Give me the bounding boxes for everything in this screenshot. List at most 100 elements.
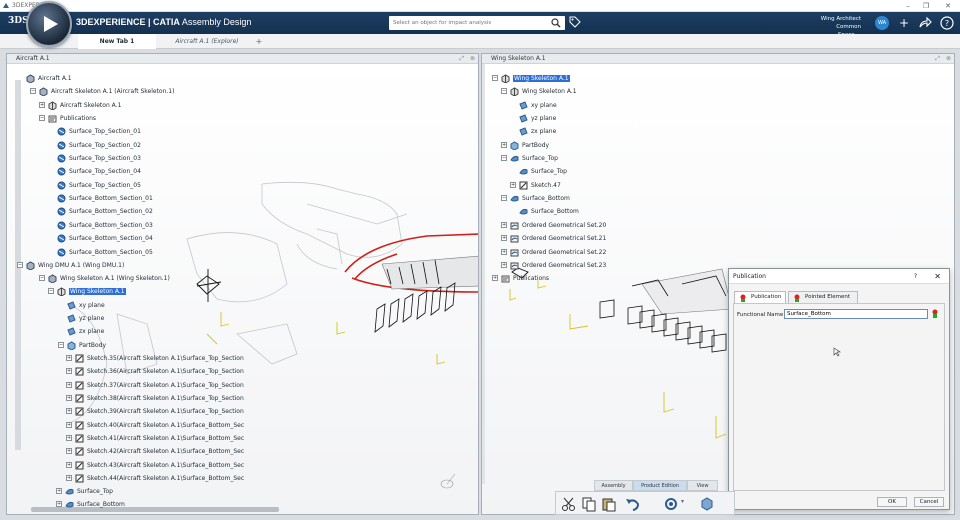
tree-node[interactable]: Wing Skeleton A.1 — [501, 73, 570, 84]
tree-node[interactable]: Sketch.38(Aircraft Skeleton A.1\Surface_… — [75, 393, 244, 404]
update-icon[interactable] — [662, 496, 680, 512]
tree-node[interactable]: Aircraft Skeleton A.1 — [48, 100, 121, 111]
close-icon[interactable]: ⊗ — [470, 54, 475, 64]
search-input[interactable] — [389, 16, 539, 30]
tree-expander[interactable]: − — [39, 115, 45, 121]
tree-node[interactable]: yz plane — [519, 113, 556, 124]
tree-node[interactable]: Surface_Bottom_Section_02 — [57, 206, 153, 217]
tree-node[interactable]: Surface_Bottom — [65, 499, 125, 510]
cut-icon[interactable] — [560, 496, 578, 512]
compass-play-button[interactable] — [26, 1, 72, 47]
tree-expander[interactable]: − — [501, 155, 507, 161]
share-icon[interactable] — [918, 16, 932, 30]
tree-node[interactable]: Aircraft A.1 — [26, 73, 72, 84]
tree-expander[interactable]: + — [66, 355, 72, 361]
tree-node[interactable]: Sketch.42(Aircraft Skeleton A.1\Surface_… — [75, 446, 244, 457]
tree-expander[interactable]: + — [66, 395, 72, 401]
tree-node[interactable]: Sketch.36(Aircraft Skeleton A.1\Surface_… — [75, 366, 244, 377]
tree-node[interactable]: Surface_Bottom_Section_03 — [57, 220, 153, 231]
tree-node[interactable]: Aircraft Skeleton A.1 (Aircraft Skeleton… — [39, 86, 174, 97]
tree-node[interactable]: xy plane — [519, 100, 557, 111]
tree-node[interactable]: Wing DMU A.1 (Wing DMU.1) — [26, 260, 124, 271]
new-tab-button[interactable]: + — [252, 34, 266, 49]
tree-node[interactable]: Surface_Top_Section_02 — [57, 140, 141, 151]
tree-node[interactable]: zx plane — [519, 126, 556, 137]
tree-node[interactable]: Sketch.40(Aircraft Skeleton A.1\Surface_… — [75, 420, 244, 431]
tree-expander[interactable]: − — [17, 262, 23, 268]
functional-name-input[interactable] — [784, 309, 928, 319]
tree-expander[interactable]: + — [66, 382, 72, 388]
paste-icon[interactable] — [600, 496, 618, 512]
tree-node[interactable]: Sketch.47 — [519, 180, 561, 191]
close-window-button[interactable]: ✕ — [937, 0, 959, 12]
maximize-icon[interactable]: ⤢ — [459, 54, 464, 64]
ok-button[interactable]: OK — [877, 497, 907, 507]
tree-expander[interactable]: − — [501, 195, 507, 201]
tree-node[interactable]: Publications — [48, 113, 96, 124]
tree-node[interactable]: Sketch.39(Aircraft Skeleton A.1\Surface_… — [75, 406, 244, 417]
tree-node[interactable]: PartBody — [67, 340, 106, 351]
close-icon[interactable]: ⊗ — [946, 54, 951, 64]
dropdown-arrow-icon[interactable]: ▾ — [681, 498, 684, 505]
tree-node[interactable]: Surface_Bottom — [519, 206, 579, 217]
dialog-close-button[interactable]: ✕ — [934, 269, 941, 284]
tree-expander[interactable]: + — [66, 368, 72, 374]
search-icon[interactable] — [551, 18, 561, 28]
tree-expander[interactable]: + — [501, 249, 507, 255]
tree-expander[interactable]: + — [66, 408, 72, 414]
tree-node[interactable]: Surface_Top — [510, 153, 558, 164]
tree-node[interactable]: Surface_Top_Section_03 — [57, 153, 141, 164]
tree-expander[interactable]: + — [66, 435, 72, 441]
tree-node[interactable]: zx plane — [67, 326, 104, 337]
tree-node[interactable]: yz plane — [67, 313, 104, 324]
tree-node[interactable]: Surface_Top — [519, 166, 567, 177]
tab-aircraft-explore[interactable]: Aircraft A.1 (Explore) — [162, 34, 252, 49]
tree-expander[interactable]: + — [56, 501, 62, 507]
tree-expander[interactable]: − — [30, 88, 36, 94]
tree-node[interactable]: Surface_Bottom — [510, 193, 570, 204]
help-icon[interactable]: ? — [940, 16, 954, 30]
tree-node[interactable]: Ordered Geometrical Set.23 — [510, 260, 606, 271]
tag-icon[interactable] — [569, 16, 581, 28]
tree-expander[interactable]: + — [39, 102, 45, 108]
tree-node[interactable]: Surface_Bottom_Section_01 — [57, 193, 153, 204]
tree-expander[interactable]: + — [492, 275, 498, 281]
plus-icon[interactable]: + — [897, 16, 911, 30]
tree-expander[interactable]: − — [492, 75, 498, 81]
avatar[interactable]: WA — [875, 16, 889, 30]
maximize-icon[interactable]: ⤢ — [935, 54, 940, 64]
cancel-button[interactable]: Cancel — [914, 497, 944, 507]
tree-node[interactable]: Sketch.44(Aircraft Skeleton A.1\Surface_… — [75, 473, 244, 484]
tree-node[interactable]: Sketch.41(Aircraft Skeleton A.1\Surface_… — [75, 433, 244, 444]
tree-node[interactable]: Surface_Top_Section_01 — [57, 126, 141, 137]
tree-expander[interactable]: + — [56, 488, 62, 494]
tab-new-tab-1[interactable]: New Tab 1 — [78, 34, 156, 49]
tree-node[interactable]: Publications — [501, 273, 549, 284]
tree-expander[interactable]: + — [501, 262, 507, 268]
tree-node[interactable]: Surface_Bottom_Section_05 — [57, 247, 153, 258]
copy-icon[interactable] — [580, 496, 598, 512]
tree-node[interactable]: Sketch.43(Aircraft Skeleton A.1\Surface_… — [75, 460, 244, 471]
tree-expander[interactable]: + — [501, 235, 507, 241]
tree-expander[interactable]: − — [48, 288, 54, 294]
tree-node[interactable]: Ordered Geometrical Set.22 — [510, 247, 606, 258]
tree-node[interactable]: Sketch.37(Aircraft Skeleton A.1\Surface_… — [75, 380, 244, 391]
tree-expander[interactable]: + — [66, 448, 72, 454]
tree-node[interactable]: Ordered Geometrical Set.20 — [510, 220, 606, 231]
help-button[interactable]: ? — [914, 269, 917, 284]
tree-node[interactable]: Wing Skeleton A.1 — [510, 86, 577, 97]
tree-expander[interactable]: + — [66, 475, 72, 481]
tree-expander[interactable]: + — [66, 422, 72, 428]
tree-node[interactable]: Surface_Top_Section_05 — [57, 180, 141, 191]
tree-expander[interactable]: − — [39, 275, 45, 281]
tab-assembly[interactable]: Assembly — [594, 480, 633, 491]
tree-expander[interactable]: + — [66, 462, 72, 468]
tree-node[interactable]: Surface_Top_Section_04 — [57, 166, 141, 177]
tab-product-edition[interactable]: Product Edition — [633, 480, 687, 491]
tree-expander[interactable]: − — [58, 342, 64, 348]
tree-node[interactable]: Surface_Top — [65, 486, 113, 497]
tree-node[interactable]: Ordered Geometrical Set.21 — [510, 233, 606, 244]
tree-expander[interactable]: − — [501, 88, 507, 94]
tree-node[interactable]: xy plane — [67, 300, 105, 311]
tree-node[interactable]: Sketch.35(Aircraft Skeleton A.1\Surface_… — [75, 353, 244, 364]
